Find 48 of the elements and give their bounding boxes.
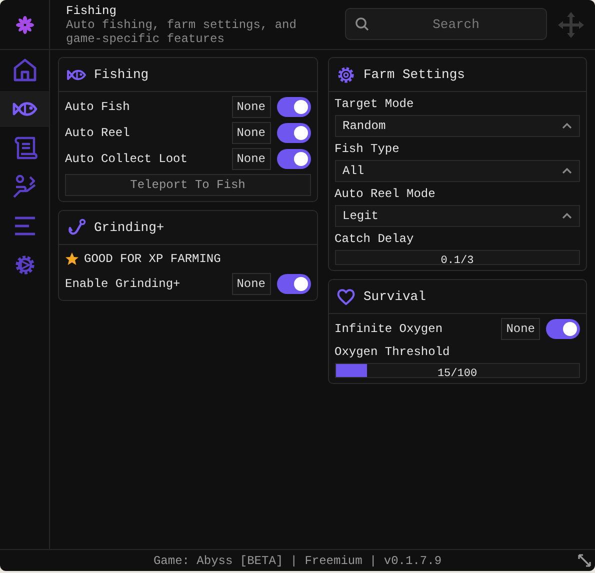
search-field[interactable]: Search [345, 8, 547, 40]
keybind-button[interactable]: None [501, 318, 540, 340]
panel-title: Grinding+ [94, 218, 164, 237]
dropdown[interactable]: Legit [334, 205, 580, 227]
gear-icon [336, 64, 356, 84]
field-label: Fish Type [334, 142, 400, 156]
slider-value: 0.1/3 [440, 255, 474, 268]
toggle-switch[interactable] [276, 274, 310, 294]
dropdown[interactable]: All [334, 160, 580, 182]
action-button[interactable]: Teleport To Fish [65, 174, 310, 196]
dropdown[interactable]: Random [334, 115, 580, 137]
sidebar-item[interactable] [0, 91, 49, 127]
heart-icon [336, 286, 356, 306]
page-subtitle: Auto fishing, farm settings, and game-specific features [66, 18, 298, 46]
keybind-button[interactable]: None [232, 148, 270, 170]
caret-icon [562, 168, 572, 174]
star-icon [65, 252, 79, 266]
note-text: GOOD FOR XP FARMING [84, 251, 221, 268]
toggle-label: Auto Reel [65, 125, 131, 142]
toggle-switch[interactable] [276, 97, 310, 117]
slider-track[interactable]: 15/100 [334, 363, 580, 378]
slider-track[interactable]: 0.1/3 [334, 250, 580, 265]
caret-icon [562, 213, 572, 219]
search-icon [355, 17, 369, 31]
field-label: Auto Reel Mode [334, 187, 436, 201]
toggle-switch[interactable] [276, 123, 310, 143]
keybind-button[interactable]: None [232, 96, 270, 118]
toggle-label: Auto Collect Loot [65, 151, 188, 168]
hook-icon [66, 218, 86, 238]
toggle-label: Auto Fish [65, 99, 131, 116]
field-label: Oxygen Threshold [334, 345, 451, 359]
field-label: Target Mode [334, 97, 415, 111]
resize-icon[interactable] [578, 554, 591, 567]
toggle-label: Enable Grinding+ [65, 276, 182, 293]
keybind-button[interactable]: None [232, 273, 270, 295]
field-label: Catch Delay [334, 232, 415, 246]
caret-icon [562, 123, 572, 129]
toggle-label: Infinite Oxygen [334, 321, 444, 338]
panel-title: Fishing [94, 66, 149, 84]
panel-title: Survival [364, 288, 426, 306]
status-text: Game: Abyss [BETA] | Freemium | v0.1.7.9 [153, 552, 442, 570]
keybind-button[interactable]: None [232, 122, 270, 144]
slider-value: 15/100 [437, 368, 478, 381]
logo-icon [16, 16, 34, 34]
toggle-switch[interactable] [546, 319, 580, 339]
page-title: Fishing [66, 4, 118, 18]
panel-title: Farm Settings [364, 66, 465, 84]
toggle-switch[interactable] [276, 149, 310, 169]
